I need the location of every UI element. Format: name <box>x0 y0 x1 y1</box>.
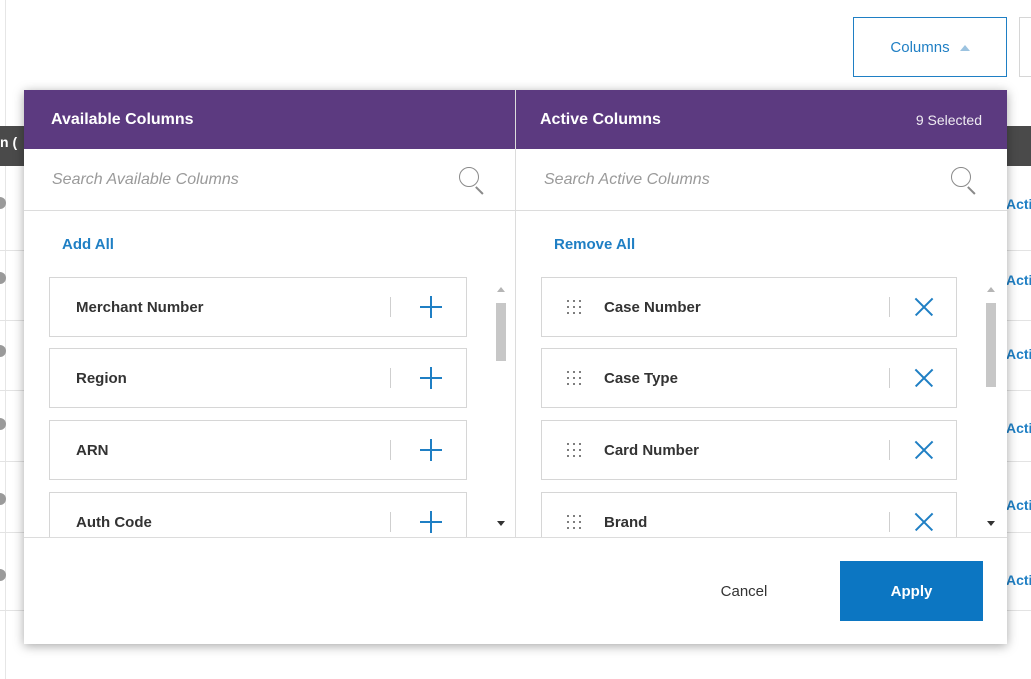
available-search-input[interactable] <box>52 170 412 189</box>
add-all-row: Add All <box>24 211 515 277</box>
active-item-brand[interactable]: Brand <box>541 492 957 537</box>
active-item-card-number[interactable]: Card Number <box>541 420 957 480</box>
available-columns-header: Available Columns <box>24 90 515 149</box>
active-columns-header: Active Columns 9 Selected <box>516 90 1007 149</box>
row-action-link[interactable]: Acti <box>1006 196 1031 212</box>
item-separator <box>390 512 391 532</box>
scroll-thumb[interactable] <box>986 303 996 387</box>
scroll-down-icon[interactable] <box>987 521 995 526</box>
active-scrollbar[interactable] <box>983 277 999 537</box>
add-all-link[interactable]: Add All <box>62 236 114 253</box>
active-columns-title: Active Columns <box>540 110 661 128</box>
close-icon[interactable] <box>914 368 934 388</box>
active-columns-list[interactable]: Case Number Case Type Card Number Brand <box>516 277 1007 537</box>
drag-handle-icon[interactable] <box>567 515 583 529</box>
scroll-up-icon[interactable] <box>497 287 505 292</box>
available-item-auth-code[interactable]: Auth Code <box>49 492 467 537</box>
scroll-down-icon[interactable] <box>497 521 505 526</box>
close-icon[interactable] <box>914 297 934 317</box>
plus-icon[interactable] <box>420 511 442 533</box>
drag-handle-icon[interactable] <box>567 371 583 385</box>
drag-handle-icon[interactable] <box>567 300 583 314</box>
active-search-row <box>516 149 1007 211</box>
plus-icon[interactable] <box>420 367 442 389</box>
list-item-label: Case Number <box>604 298 701 316</box>
item-separator <box>889 512 890 532</box>
table-header-fragment: n ( <box>0 134 18 150</box>
close-icon[interactable] <box>914 512 934 532</box>
scroll-thumb[interactable] <box>496 303 506 361</box>
item-separator <box>889 440 890 460</box>
item-separator <box>390 297 391 317</box>
available-columns-title: Available Columns <box>51 110 194 128</box>
item-separator <box>390 440 391 460</box>
item-separator <box>889 368 890 388</box>
scroll-up-icon[interactable] <box>987 287 995 292</box>
columns-toggle-button[interactable]: Columns <box>853 17 1007 77</box>
column-chooser-panel: Available Columns Add All Merchant Numbe… <box>24 90 1007 644</box>
active-columns-section: Active Columns 9 Selected Remove All Cas… <box>516 90 1007 537</box>
available-columns-section: Available Columns Add All Merchant Numbe… <box>24 90 515 537</box>
columns-button-label: Columns <box>890 38 950 56</box>
caret-up-icon <box>959 45 970 51</box>
toolbar-next-button[interactable] <box>1019 17 1031 77</box>
search-icon[interactable] <box>457 165 487 195</box>
list-item-label: Region <box>76 369 127 387</box>
selected-count-badge: 9 Selected <box>915 111 982 128</box>
remove-all-row: Remove All <box>516 211 1007 277</box>
available-item-region[interactable]: Region <box>49 348 467 408</box>
active-search-input[interactable] <box>544 170 904 189</box>
available-search-row <box>24 149 515 211</box>
plus-icon[interactable] <box>420 296 442 318</box>
item-separator <box>390 368 391 388</box>
row-action-link[interactable]: Acti <box>1006 420 1031 436</box>
row-action-link[interactable]: Acti <box>1006 346 1031 362</box>
list-item-label: Auth Code <box>76 513 152 531</box>
cancel-button[interactable]: Cancel <box>694 561 794 621</box>
list-item-label: Case Type <box>604 369 678 387</box>
available-item-arn[interactable]: ARN <box>49 420 467 480</box>
available-scrollbar[interactable] <box>493 277 509 537</box>
row-action-link[interactable]: Acti <box>1006 572 1031 588</box>
list-item-label: Merchant Number <box>76 298 204 316</box>
row-action-link[interactable]: Acti <box>1006 272 1031 288</box>
active-item-case-type[interactable]: Case Type <box>541 348 957 408</box>
list-item-label: ARN <box>76 441 109 459</box>
list-item-label: Brand <box>604 513 648 531</box>
active-item-case-number[interactable]: Case Number <box>541 277 957 337</box>
dialog-footer: Cancel Apply <box>24 537 1007 644</box>
drag-handle-icon[interactable] <box>567 443 583 457</box>
available-columns-list[interactable]: Merchant Number Region ARN Auth Code <box>24 277 515 537</box>
available-item-merchant-number[interactable]: Merchant Number <box>49 277 467 337</box>
item-separator <box>889 297 890 317</box>
close-icon[interactable] <box>914 440 934 460</box>
list-item-label: Card Number <box>604 441 700 459</box>
row-action-link[interactable]: Acti <box>1006 497 1031 513</box>
apply-button[interactable]: Apply <box>840 561 983 621</box>
remove-all-link[interactable]: Remove All <box>554 236 635 253</box>
plus-icon[interactable] <box>420 439 442 461</box>
search-icon[interactable] <box>949 165 979 195</box>
